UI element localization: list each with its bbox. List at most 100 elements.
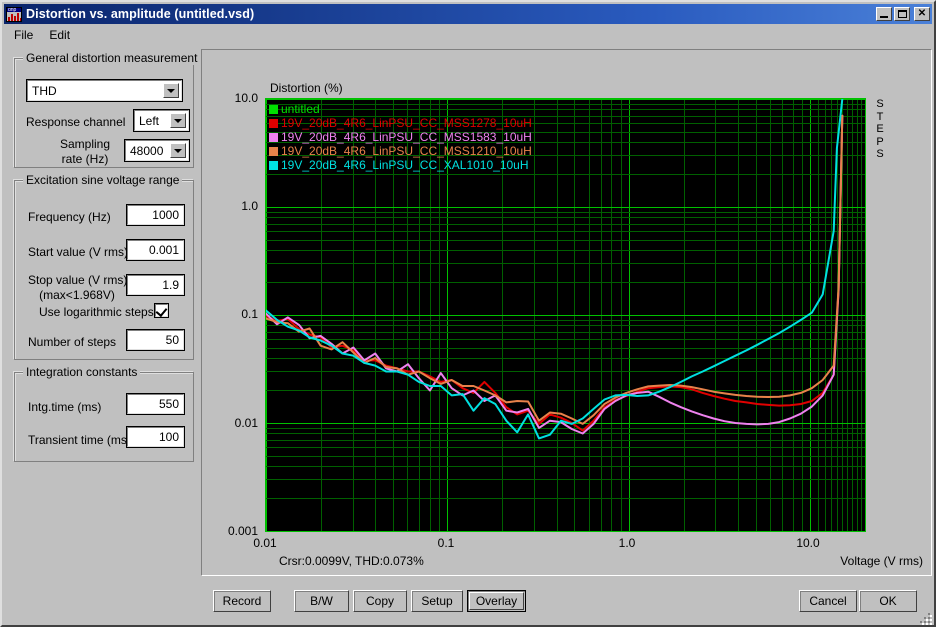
sampling-rate-select[interactable]: 48000: [124, 139, 190, 162]
stop-value-value: 1.9: [162, 278, 179, 292]
steps-label: S T E P S: [874, 98, 886, 161]
sampling-rate-value: 48000: [130, 143, 164, 158]
integration-group: Integration constants Intg.time (ms) 550…: [14, 365, 194, 462]
legend-swatch: [269, 160, 278, 170]
x-axis-label: Voltage (V rms): [840, 554, 923, 568]
legend-label: 19V_20dB_4R6_LinPSU_CC_MSS1278_10uH: [281, 116, 532, 130]
sampling-rate-label-line1: Sampling: [59, 137, 111, 151]
menu-item-file[interactable]: File: [6, 27, 41, 43]
excitation-group-legend: Excitation sine voltage range: [23, 173, 183, 187]
transient-time-label: Transient time (ms): [28, 433, 131, 447]
response-channel-label: Response channel: [26, 115, 126, 129]
x-tick-0p01: 0.01: [253, 536, 277, 550]
legend-item: untitled: [269, 102, 532, 116]
bw-button-label: B/W: [310, 594, 333, 608]
start-value-value: 0.001: [148, 243, 179, 257]
intg-time-value: 550: [158, 397, 179, 411]
y-tick-1: 1.0: [241, 199, 258, 213]
transient-time-input[interactable]: 100: [126, 426, 185, 448]
chevron-down-icon[interactable]: [163, 83, 179, 98]
title-bar: dnp Distortion vs. amplitude (untitled.v…: [4, 4, 932, 24]
plot-title: Distortion (%): [270, 81, 343, 95]
excitation-group: Excitation sine voltage range Frequency …: [14, 173, 194, 360]
x-tick-0p1: 0.1: [437, 536, 455, 550]
number-of-steps-value: 50: [165, 333, 179, 347]
cursor-readout: Crsr:0.0099V, THD:0.073%: [279, 554, 424, 568]
steps-char-t: T: [876, 110, 884, 123]
ok-button-label: OK: [879, 594, 897, 608]
sampling-rate-label-line2: rate (Hz): [61, 152, 109, 166]
legend-label: untitled: [281, 102, 320, 116]
setup-button[interactable]: Setup: [411, 590, 463, 612]
plot-legend: untitled 19V_20dB_4R6_LinPSU_CC_MSS1278_…: [269, 102, 532, 172]
x-tick-1: 1.0: [618, 536, 636, 550]
number-of-steps-input[interactable]: 50: [126, 329, 185, 351]
legend-item: 19V_20dB_4R6_LinPSU_CC_MSS1210_10uH: [269, 144, 532, 158]
legend-label: 19V_20dB_4R6_LinPSU_CC_MSS1583_10uH: [281, 130, 532, 144]
chevron-down-icon[interactable]: [170, 143, 186, 158]
stop-value-label-line1: Stop value (V rms): [28, 273, 128, 287]
intg-time-input[interactable]: 550: [126, 393, 185, 415]
setup-button-label: Setup: [421, 594, 453, 608]
frequency-label: Frequency (Hz): [28, 210, 111, 224]
y-tick-0p01: 0.01: [234, 416, 258, 430]
close-icon[interactable]: ✕: [914, 7, 930, 21]
check-icon: [155, 304, 168, 318]
steps-char-s: S: [876, 98, 884, 110]
steps-char-s2: S: [876, 148, 884, 160]
frequency-input[interactable]: 1000: [126, 204, 185, 226]
measurement-type-select[interactable]: THD: [26, 79, 183, 102]
start-value-input[interactable]: 0.001: [126, 239, 185, 261]
plot-panel: Distortion (%) 10.0 1.0 0.1 0.01 0.001 u…: [201, 49, 932, 576]
app-icon: dnp: [6, 6, 22, 22]
legend-label: 19V_20dB_4R6_LinPSU_CC_XAL1010_10uH: [281, 158, 529, 172]
cancel-button-label: Cancel: [809, 594, 847, 608]
chevron-down-icon[interactable]: [170, 113, 186, 128]
number-of-steps-label: Number of steps: [28, 335, 117, 349]
start-value-label: Start value (V rms): [28, 245, 129, 259]
ok-button[interactable]: OK: [859, 590, 917, 612]
legend-swatch: [269, 132, 278, 142]
application-window: dnp Distortion vs. amplitude (untitled.v…: [0, 0, 936, 627]
cancel-button[interactable]: Cancel: [799, 590, 857, 612]
response-channel-value: Left: [139, 113, 160, 128]
legend-item: 19V_20dB_4R6_LinPSU_CC_MSS1583_10uH: [269, 130, 532, 144]
bw-button[interactable]: B/W: [294, 590, 349, 612]
steps-char-p: P: [876, 135, 884, 148]
y-tick-10: 10.0: [234, 91, 258, 105]
intg-time-label: Intg.time (ms): [28, 400, 102, 414]
integration-group-legend: Integration constants: [23, 365, 141, 379]
general-distortion-group: General distortion measurement THD Respo…: [14, 51, 201, 168]
overlay-button-label: Overlay: [475, 594, 518, 608]
distortion-plot[interactable]: untitled 19V_20dB_4R6_LinPSU_CC_MSS1278_…: [265, 98, 866, 532]
steps-char-e: E: [876, 123, 884, 135]
legend-swatch: [269, 118, 278, 128]
y-tick-0p1: 0.1: [241, 307, 258, 321]
maximize-button[interactable]: [894, 7, 910, 21]
copy-button[interactable]: Copy: [353, 590, 407, 612]
record-button[interactable]: Record: [213, 590, 271, 612]
record-button-label: Record: [222, 594, 262, 608]
overlay-button[interactable]: Overlay: [467, 590, 526, 612]
general-group-legend: General distortion measurement: [23, 51, 201, 65]
legend-item: 19V_20dB_4R6_LinPSU_CC_XAL1010_10uH: [269, 158, 532, 172]
transient-time-value: 100: [158, 430, 179, 444]
legend-swatch: [269, 146, 278, 156]
window-title: Distortion vs. amplitude (untitled.vsd): [26, 7, 255, 21]
response-channel-select[interactable]: Left: [133, 109, 190, 132]
copy-button-label: Copy: [365, 594, 394, 608]
x-tick-10: 10.0: [796, 536, 820, 550]
legend-swatch: [269, 104, 278, 114]
log-steps-checkbox[interactable]: [154, 303, 169, 318]
menu-bar: File Edit: [6, 26, 78, 44]
window-controls: ✕: [874, 7, 932, 21]
log-steps-label: Use logarithmic steps: [39, 305, 154, 319]
resize-grip-icon[interactable]: [920, 611, 932, 625]
minimize-button[interactable]: [876, 7, 892, 21]
legend-label: 19V_20dB_4R6_LinPSU_CC_MSS1210_10uH: [281, 144, 532, 158]
measurement-type-value: THD: [32, 83, 57, 98]
menu-item-edit[interactable]: Edit: [41, 27, 78, 43]
frequency-value: 1000: [152, 208, 179, 222]
legend-item: 19V_20dB_4R6_LinPSU_CC_MSS1278_10uH: [269, 116, 532, 130]
stop-value-input[interactable]: 1.9: [126, 274, 185, 296]
